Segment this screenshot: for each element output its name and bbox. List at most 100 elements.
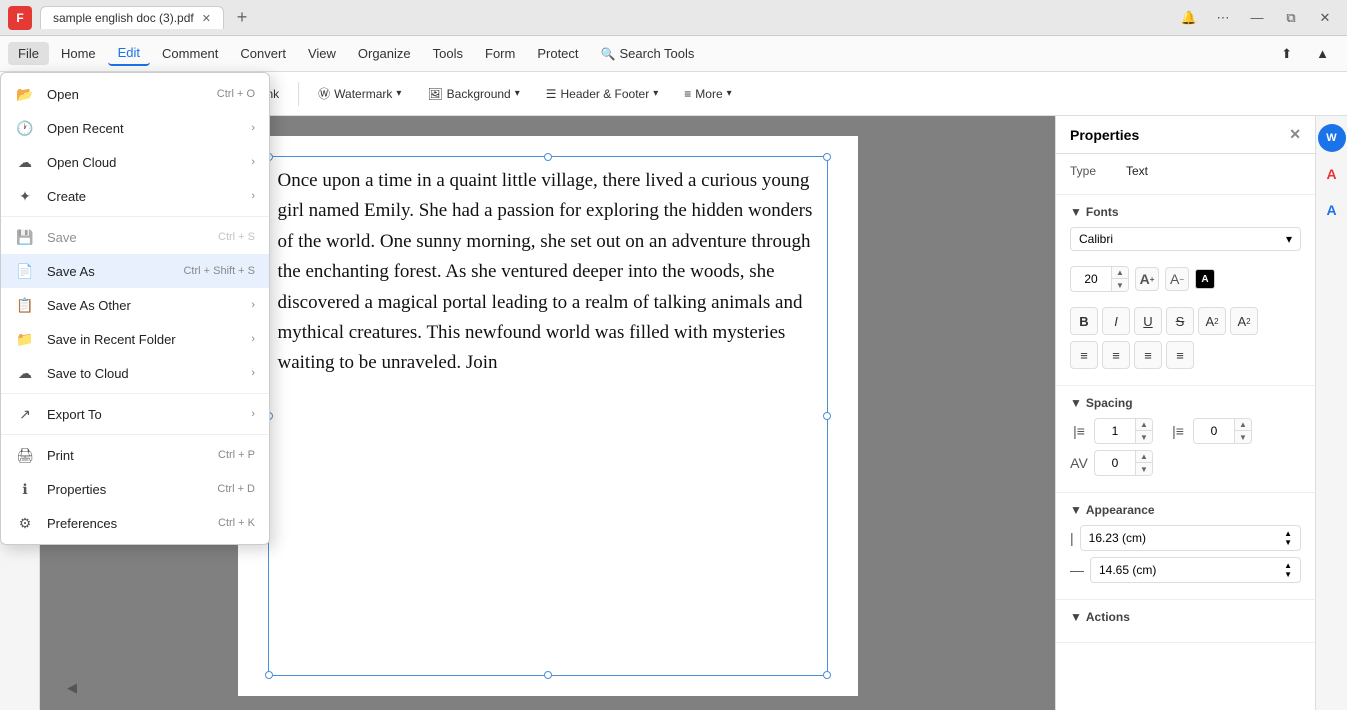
menu-save-as[interactable]: 📄 Save As Ctrl + Shift + S [1,254,269,288]
subscript-button[interactable]: A2 [1230,307,1258,335]
char-spacing-row: AV 0 ▲ ▼ [1070,450,1301,476]
more-options-button[interactable]: ⋯ [1209,4,1237,32]
line-spacing-up[interactable]: ▲ [1136,419,1152,431]
width-up[interactable]: ▲ [1284,561,1292,570]
rail-icon-3[interactable]: A [1318,196,1346,224]
handle-bottom-middle[interactable] [544,671,552,679]
italic-button[interactable]: I [1102,307,1130,335]
fonts-section-title[interactable]: ▼ Fonts [1070,205,1301,219]
font-color-indicator[interactable]: A [1195,269,1215,289]
menu-save[interactable]: 💾 Save Ctrl + S [1,220,269,254]
type-label: Type [1070,164,1120,178]
handle-middle-right[interactable] [823,412,831,420]
align-right-button[interactable]: ≡ [1134,341,1162,369]
menu-divider-3 [1,434,269,435]
char-spacing-spinner[interactable]: 0 ▲ ▼ [1094,450,1153,476]
actions-section: ▼ Actions [1056,600,1315,643]
handle-bottom-left[interactable] [265,671,273,679]
minimize-button[interactable]: — [1243,4,1271,32]
background-button[interactable]: 🖼 Background ▾ [416,81,530,107]
collapse-ribbon-button[interactable]: ▲ [1306,42,1339,65]
handle-top-right[interactable] [823,153,831,161]
menu-save-as-other[interactable]: 📋 Save As Other › [1,288,269,322]
menu-file[interactable]: File [8,42,49,65]
bold-button[interactable]: B [1070,307,1098,335]
menu-edit[interactable]: Edit [108,41,150,66]
menu-protect[interactable]: Protect [527,42,588,65]
paragraph-spacing-spinner[interactable]: 0 ▲ ▼ [1193,418,1252,444]
header-footer-button[interactable]: ☰ Header & Footer ▾ [535,81,670,107]
width-input[interactable]: 14.65 (cm) ▲ ▼ [1090,557,1301,583]
spacing-section-title[interactable]: ▼ Spacing [1070,396,1301,410]
font-size-increase-btn[interactable]: A+ [1135,267,1159,291]
close-button[interactable]: ✕ [1311,4,1339,32]
menu-save-in-recent[interactable]: 📁 Save in Recent Folder › [1,322,269,356]
upload-button[interactable]: ⬆ [1271,42,1302,66]
underline-button[interactable]: U [1134,307,1162,335]
menu-save-to-cloud[interactable]: ☁ Save to Cloud › [1,356,269,390]
save-as-icon: 📄 [15,261,35,281]
watermark-button[interactable]: Ⓦ Watermark ▾ [307,79,412,108]
char-spacing-up[interactable]: ▲ [1136,451,1152,463]
font-size-spinner[interactable]: 20 ▲ ▼ [1070,266,1129,292]
menu-tools[interactable]: Tools [423,42,473,65]
align-center-button[interactable]: ≡ [1102,341,1130,369]
height-icon: | [1070,530,1074,546]
menu-convert[interactable]: Convert [230,42,296,65]
font-size-down[interactable]: ▼ [1112,279,1128,291]
menu-open[interactable]: 📂 Open Ctrl + O [1,77,269,111]
menu-create[interactable]: ✦ Create › [1,179,269,213]
paragraph-spacing-down[interactable]: ▼ [1235,431,1251,443]
superscript-button[interactable]: A2 [1198,307,1226,335]
line-spacing-row: |≡ 1 ▲ ▼ |≡ 0 ▲ ▼ [1070,418,1301,444]
line-spacing-down[interactable]: ▼ [1136,431,1152,443]
menu-export-to[interactable]: ↗ Export To › [1,397,269,431]
font-selector[interactable]: Calibri ▾ [1070,227,1301,251]
open-recent-icon: 🕐 [15,118,35,138]
properties-panel-close[interactable]: ✕ [1289,126,1301,143]
menu-preferences[interactable]: ⚙ Preferences Ctrl + K [1,506,269,540]
width-down[interactable]: ▼ [1284,570,1292,579]
menu-organize[interactable]: Organize [348,42,421,65]
active-tab[interactable]: sample english doc (3).pdf ✕ [40,6,224,29]
prev-page-button[interactable]: ◀ [60,676,84,700]
height-up[interactable]: ▲ [1284,529,1292,538]
menu-print[interactable]: 🖨 Print Ctrl + P [1,438,269,472]
save-in-recent-icon: 📁 [15,329,35,349]
tab-close-icon[interactable]: ✕ [202,12,211,25]
appearance-section-title[interactable]: ▼ Appearance [1070,503,1301,517]
height-down[interactable]: ▼ [1284,538,1292,547]
rail-icon-2[interactable]: A [1318,160,1346,188]
menu-view[interactable]: View [298,42,346,65]
line-spacing-icon: |≡ [1070,423,1088,439]
notification-button[interactable]: 🔔 [1175,4,1203,32]
menu-home[interactable]: Home [51,42,106,65]
strikethrough-button[interactable]: S [1166,307,1194,335]
more-button[interactable]: ≡ More ▾ [673,81,742,107]
menu-open-recent[interactable]: 🕐 Open Recent › [1,111,269,145]
properties-panel: Properties ✕ Type Text ▼ Fonts Calibri ▾ [1055,116,1315,710]
handle-bottom-right[interactable] [823,671,831,679]
actions-section-title[interactable]: ▼ Actions [1070,610,1301,624]
handle-top-middle[interactable] [544,153,552,161]
properties-title: Properties [1070,127,1139,143]
menu-open-cloud[interactable]: ☁ Open Cloud › [1,145,269,179]
new-tab-button[interactable]: + [230,6,254,30]
restore-button[interactable]: ⧉ [1277,4,1305,32]
menu-comment[interactable]: Comment [152,42,228,65]
align-left-button[interactable]: ≡ [1070,341,1098,369]
rail-icon-1[interactable]: W [1318,124,1346,152]
menu-properties[interactable]: ℹ Properties Ctrl + D [1,472,269,506]
align-justify-button[interactable]: ≡ [1166,341,1194,369]
spacing-title: Spacing [1086,396,1133,410]
font-size-decrease-btn[interactable]: A− [1165,267,1189,291]
line-spacing-spinner[interactable]: 1 ▲ ▼ [1094,418,1153,444]
height-input[interactable]: 16.23 (cm) ▲ ▼ [1080,525,1301,551]
font-size-up[interactable]: ▲ [1112,267,1128,279]
paragraph-spacing-up[interactable]: ▲ [1235,419,1251,431]
properties-panel-header: Properties ✕ [1056,116,1315,154]
menu-form[interactable]: Form [475,42,525,65]
char-spacing-down[interactable]: ▼ [1136,463,1152,475]
paragraph-spacing-value: 0 [1194,421,1234,441]
menu-search-tools[interactable]: 🔍 Search Tools [591,42,705,65]
